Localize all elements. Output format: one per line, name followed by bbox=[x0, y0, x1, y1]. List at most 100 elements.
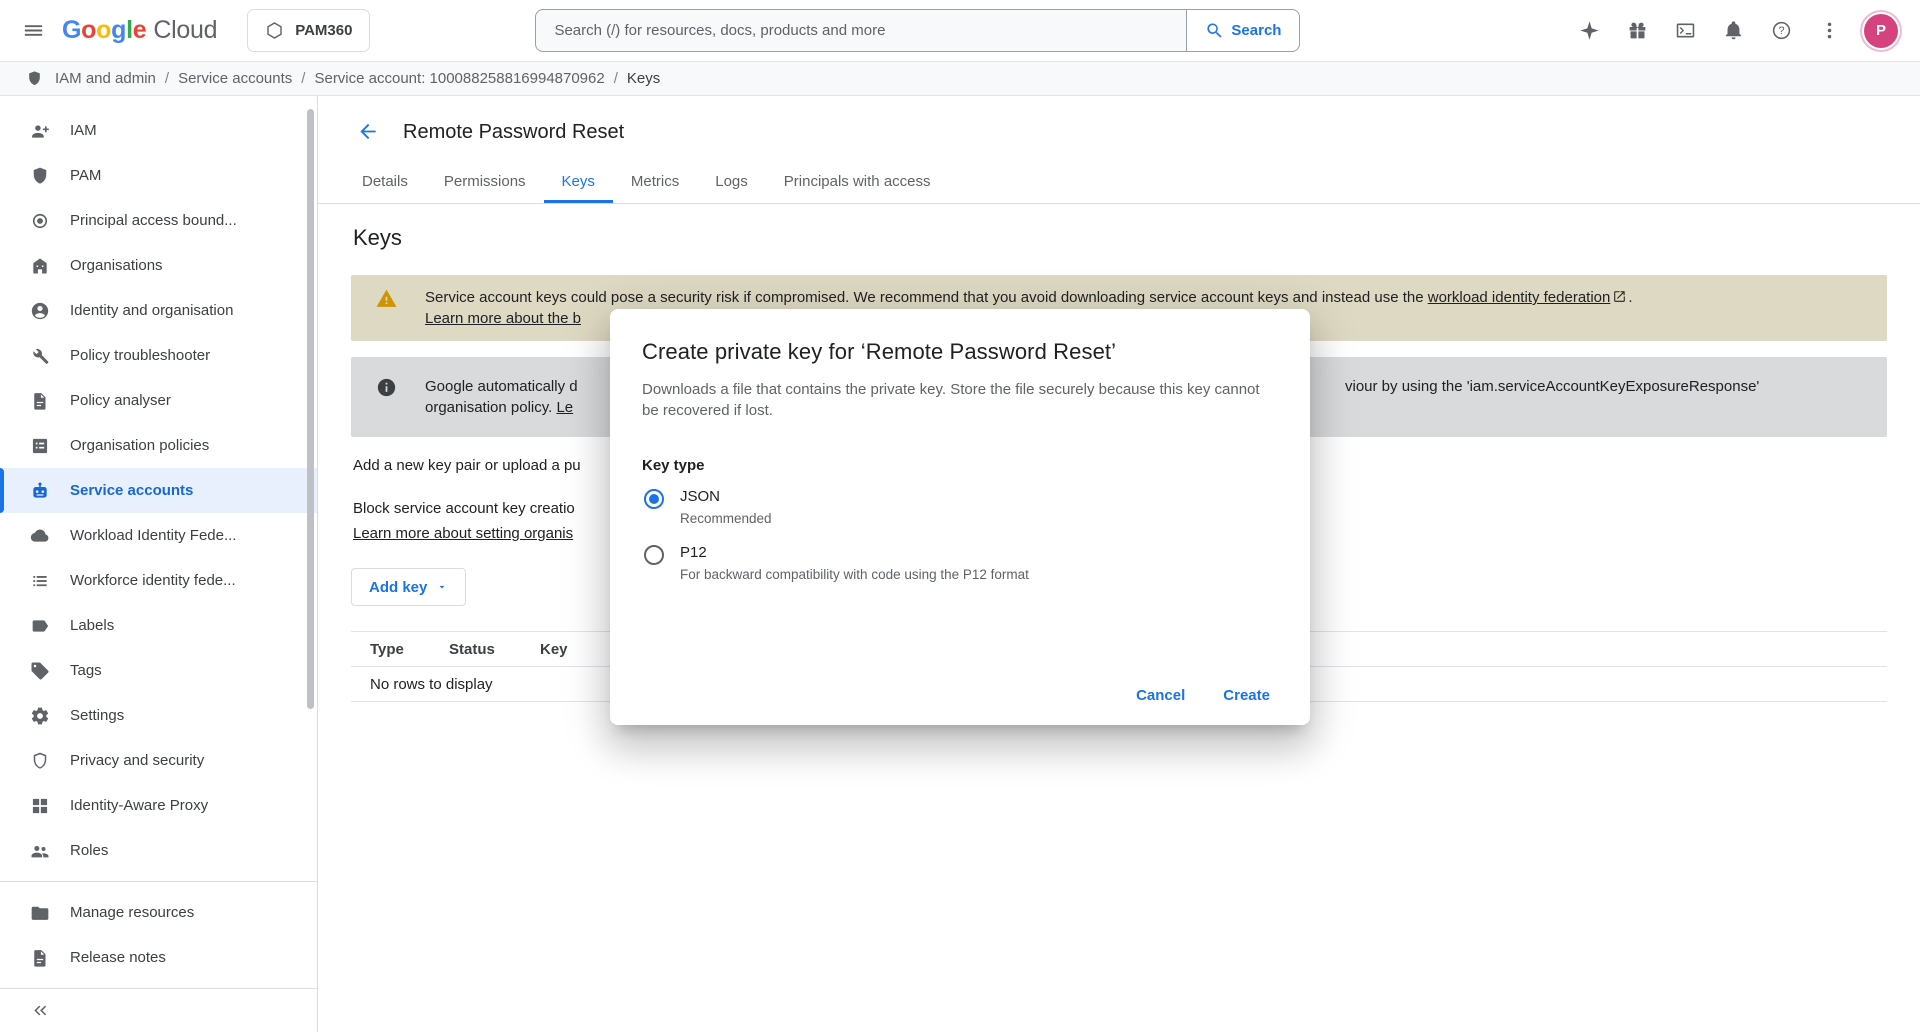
sidebar-scrollbar[interactable] bbox=[307, 109, 314, 709]
project-selector[interactable]: PAM360 bbox=[247, 9, 370, 52]
tab-permissions[interactable]: Permissions bbox=[426, 158, 544, 203]
json-option-label: JSON bbox=[680, 488, 772, 505]
notifications-button[interactable] bbox=[1710, 8, 1756, 54]
breadcrumb-separator: / bbox=[301, 70, 305, 87]
cancel-button[interactable]: Cancel bbox=[1124, 678, 1197, 713]
hamburger-icon bbox=[22, 19, 45, 42]
tab-bar: Details Permissions Keys Metrics Logs Pr… bbox=[318, 158, 1920, 204]
avatar-letter: P bbox=[1876, 22, 1886, 39]
principal-access-boundary-icon bbox=[30, 211, 50, 231]
breadcrumb-iam-and-admin[interactable]: IAM and admin bbox=[55, 70, 156, 87]
tab-details[interactable]: Details bbox=[344, 158, 426, 203]
column-type: Type bbox=[351, 641, 449, 658]
project-icon bbox=[265, 21, 284, 40]
label-icon bbox=[30, 616, 50, 636]
sidebar: IAM PAM Principal access bound... Organi… bbox=[0, 96, 318, 1032]
gift-icon bbox=[1627, 20, 1648, 41]
project-name: PAM360 bbox=[295, 22, 352, 39]
page-header: Remote Password Reset bbox=[318, 96, 1920, 150]
svg-text:?: ? bbox=[1778, 25, 1784, 37]
workload-identity-federation-link[interactable]: workload identity federation bbox=[1428, 289, 1611, 306]
json-radio[interactable] bbox=[644, 489, 664, 509]
sidebar-item-settings[interactable]: Settings bbox=[0, 693, 317, 738]
sidebar-item-organisations[interactable]: Organisations bbox=[0, 243, 317, 288]
search-input[interactable] bbox=[535, 9, 1187, 52]
gemini-button[interactable] bbox=[1566, 8, 1612, 54]
dialog-actions: Cancel Create bbox=[1124, 678, 1282, 713]
iam-icon bbox=[30, 121, 50, 141]
google-cloud-logo[interactable]: Google Cloud bbox=[62, 16, 217, 45]
more-options-button[interactable] bbox=[1806, 8, 1852, 54]
sidebar-item-service-accounts[interactable]: Service accounts bbox=[0, 468, 317, 513]
key-exposure-learn-more-link[interactable]: Le bbox=[556, 399, 573, 416]
sidebar-item-principal-access-boundaries[interactable]: Principal access bound... bbox=[0, 198, 317, 243]
cloud-shell-button[interactable] bbox=[1662, 8, 1708, 54]
p12-radio[interactable] bbox=[644, 545, 664, 565]
p12-option-label: P12 bbox=[680, 544, 1029, 561]
sidebar-item-release-notes[interactable]: Release notes bbox=[0, 935, 317, 980]
key-type-option-json[interactable]: JSON Recommended bbox=[644, 488, 1278, 526]
search-button[interactable]: Search bbox=[1187, 9, 1300, 52]
breadcrumb-service-account-id[interactable]: Service account: 100088258816994870962 bbox=[314, 70, 604, 87]
collapse-sidebar-button[interactable] bbox=[26, 996, 54, 1024]
sidebar-item-iam[interactable]: IAM bbox=[0, 108, 317, 153]
offers-button[interactable] bbox=[1614, 8, 1660, 54]
org-policies-learn-more-link[interactable]: Learn more about setting organis bbox=[353, 525, 573, 542]
privacy-shield-icon bbox=[30, 751, 50, 771]
sidebar-item-organisation-policies[interactable]: Organisation policies bbox=[0, 423, 317, 468]
workload-identity-icon bbox=[30, 526, 50, 546]
pam-icon bbox=[30, 166, 50, 186]
tab-keys[interactable]: Keys bbox=[544, 158, 613, 203]
key-type-option-p12[interactable]: P12 For backward compatibility with code… bbox=[644, 544, 1278, 582]
main-menu-button[interactable] bbox=[10, 8, 56, 54]
add-key-button[interactable]: Add key bbox=[351, 568, 466, 606]
service-accounts-icon bbox=[30, 481, 50, 501]
roles-icon bbox=[30, 841, 50, 861]
cloud-shell-icon bbox=[1675, 20, 1696, 41]
tab-principals-with-access[interactable]: Principals with access bbox=[766, 158, 949, 203]
sidebar-divider bbox=[0, 881, 317, 882]
account-avatar[interactable]: P bbox=[1864, 14, 1898, 48]
collapse-chevrons-icon bbox=[30, 1000, 51, 1021]
keys-heading: Keys bbox=[353, 225, 1887, 251]
bell-icon bbox=[1723, 20, 1744, 41]
dialog-description: Downloads a file that contains the priva… bbox=[642, 379, 1272, 421]
gear-icon bbox=[30, 706, 50, 726]
manage-resources-icon bbox=[30, 903, 50, 923]
sidebar-item-policy-analyser[interactable]: Policy analyser bbox=[0, 378, 317, 423]
sidebar-item-workforce-identity-federation[interactable]: Workforce identity fede... bbox=[0, 558, 317, 603]
help-button[interactable]: ? bbox=[1758, 8, 1804, 54]
sidebar-item-policy-troubleshooter[interactable]: Policy troubleshooter bbox=[0, 333, 317, 378]
sidebar-item-tags[interactable]: Tags bbox=[0, 648, 317, 693]
sidebar-item-pam[interactable]: PAM bbox=[0, 153, 317, 198]
sidebar-item-identity-aware-proxy[interactable]: Identity-Aware Proxy bbox=[0, 783, 317, 828]
sidebar-item-manage-resources[interactable]: Manage resources bbox=[0, 890, 317, 935]
sidebar-item-privacy-and-security[interactable]: Privacy and security bbox=[0, 738, 317, 783]
sidebar-divider bbox=[0, 988, 317, 989]
sidebar-item-labels[interactable]: Labels bbox=[0, 603, 317, 648]
back-arrow-icon bbox=[356, 120, 379, 143]
breadcrumb-service-accounts[interactable]: Service accounts bbox=[178, 70, 292, 87]
breadcrumb-separator: / bbox=[165, 70, 169, 87]
info-icon bbox=[376, 377, 397, 398]
back-button[interactable] bbox=[355, 120, 379, 144]
sidebar-item-workload-identity-federation[interactable]: Workload Identity Fede... bbox=[0, 513, 317, 558]
organisations-icon bbox=[30, 256, 50, 276]
p12-option-description: For backward compatibility with code usi… bbox=[680, 567, 1029, 582]
tab-metrics[interactable]: Metrics bbox=[613, 158, 697, 203]
tab-logs[interactable]: Logs bbox=[697, 158, 766, 203]
topbar: Google Cloud PAM360 Search ? bbox=[0, 0, 1920, 62]
external-link-icon bbox=[1612, 289, 1627, 304]
tag-icon bbox=[30, 661, 50, 681]
sidebar-item-roles[interactable]: Roles bbox=[0, 828, 317, 873]
breadcrumb: IAM and admin / Service accounts / Servi… bbox=[0, 62, 1920, 96]
dialog-title: Create private key for ‘Remote Password … bbox=[642, 339, 1278, 365]
create-button[interactable]: Create bbox=[1211, 678, 1282, 713]
learn-more-best-way-link[interactable]: Learn more about the b bbox=[425, 310, 581, 327]
identity-icon bbox=[30, 301, 50, 321]
gemini-sparkle-icon bbox=[1579, 20, 1600, 41]
sidebar-item-identity-and-organisation[interactable]: Identity and organisation bbox=[0, 288, 317, 333]
search-icon bbox=[1205, 21, 1224, 40]
google-logo-text: Google bbox=[62, 16, 146, 45]
warning-icon bbox=[375, 287, 398, 310]
